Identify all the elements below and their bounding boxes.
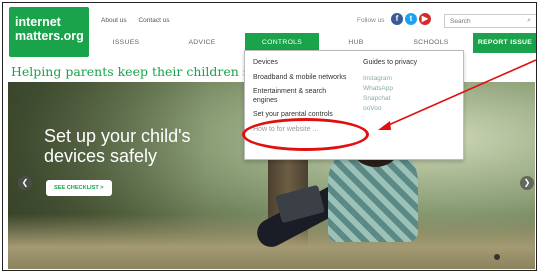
annotation-arrow (378, 59, 537, 130)
annotation-arrow-line (383, 59, 537, 128)
annotation-arrow-head (378, 121, 391, 130)
